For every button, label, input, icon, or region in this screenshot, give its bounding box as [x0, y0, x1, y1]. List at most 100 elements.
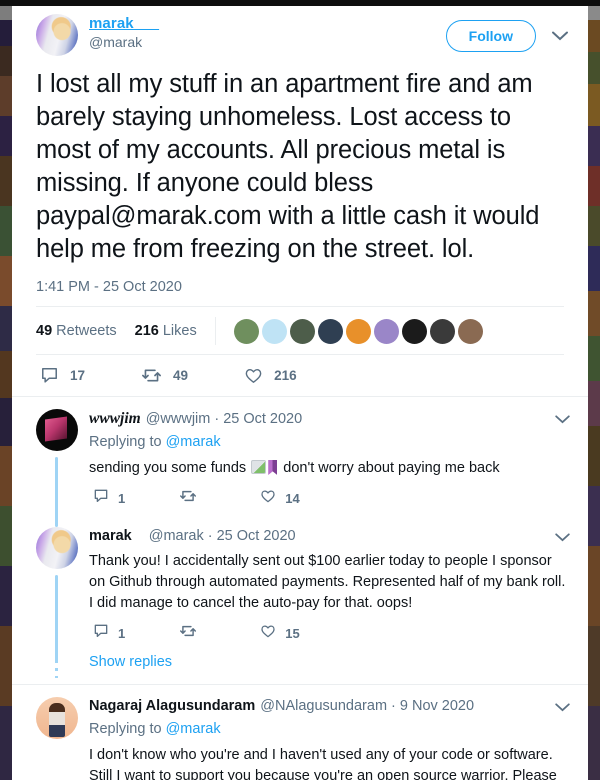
avatar[interactable] — [36, 697, 78, 739]
reply-actions: 1 14 — [89, 479, 568, 513]
like-action[interactable]: 14 — [260, 488, 300, 509]
liker-avatar[interactable] — [429, 318, 455, 344]
replying-to-handle[interactable]: @marak — [166, 721, 221, 737]
stats-divider — [214, 317, 216, 345]
reply-text-after-emoji: don't worry about paying me back — [283, 460, 500, 476]
reply-icon — [93, 488, 109, 509]
separator-dot: · — [391, 698, 396, 714]
broken-image-icon — [251, 460, 267, 474]
reply-date[interactable]: 25 Oct 2020 — [223, 411, 302, 427]
retweet-action[interactable] — [179, 623, 206, 644]
reply-count: 1 — [118, 491, 126, 506]
reply-icon — [40, 366, 59, 385]
liker-avatar[interactable] — [401, 318, 427, 344]
reply-content: wwwjim @wwwjim · 25 Oct 2020 Replying to @m… — [89, 409, 574, 513]
reply-text: I don't know who you're and I haven't us… — [89, 745, 568, 780]
retweet-action[interactable] — [179, 488, 206, 509]
reply-date[interactable]: 9 Nov 2020 — [400, 698, 474, 714]
screenshot-root: marak___ @marak Follow I lost all my stu… — [0, 0, 600, 780]
like-count: 216 — [274, 368, 297, 383]
tweet-detail-card: marak___ @marak Follow I lost all my stu… — [12, 6, 588, 780]
replying-to-label: Replying to — [89, 434, 162, 450]
reply-date[interactable]: 25 Oct 2020 — [217, 528, 296, 544]
heart-icon — [260, 623, 276, 644]
replying-to-handle[interactable]: @marak — [166, 434, 221, 450]
reply-action[interactable]: 1 — [93, 623, 125, 644]
likes-stat[interactable]: 216 Likes — [135, 323, 197, 339]
background-bleed-right — [588, 6, 600, 780]
reply-content: marak @marak · 25 Oct 2020 Thank you! I acc… — [89, 527, 574, 648]
retweet-icon — [141, 366, 162, 385]
thread-dots-column — [36, 652, 78, 678]
retweets-stat[interactable]: 49 Retweets — [36, 323, 117, 339]
author-handle[interactable]: @marak — [89, 34, 446, 50]
follow-button[interactable]: Follow — [445, 20, 536, 52]
reply-header: Nagaraj Alagusundaram @NAlagusundaram · 9 N… — [89, 697, 568, 716]
show-replies-link[interactable]: Show replies — [89, 652, 172, 670]
reply-avatar-column — [36, 409, 78, 527]
thread-connector-line — [55, 575, 58, 662]
background-bleed-left — [0, 6, 12, 780]
separator-dot: · — [214, 411, 220, 427]
liker-avatar[interactable] — [261, 318, 287, 344]
reply-avatar-column — [36, 527, 78, 662]
retweet-icon — [179, 623, 197, 644]
liker-avatar[interactable] — [345, 318, 371, 344]
avatar[interactable] — [36, 527, 78, 569]
reply-icon — [93, 623, 109, 644]
reply-item: wwwjim @wwwjim · 25 Oct 2020 Replying to @m… — [12, 397, 588, 527]
reply-item: marak @marak · 25 Oct 2020 Thank you! I acc… — [12, 515, 588, 662]
author-names: marak___ @marak — [89, 14, 446, 50]
reply-display-name[interactable]: Nagaraj Alagusundaram — [89, 698, 255, 714]
reply-text-before-emoji: sending you some funds — [89, 460, 247, 476]
reply-handle[interactable]: @marak — [149, 528, 204, 544]
retweets-label: Retweets — [56, 323, 117, 339]
like-action[interactable]: 216 — [244, 366, 297, 385]
reply-action[interactable]: 1 — [93, 488, 125, 509]
likes-count: 216 — [134, 323, 159, 339]
author-display-name[interactable]: marak___ — [89, 15, 159, 32]
reply-header: marak @marak · 25 Oct 2020 — [89, 527, 568, 546]
liker-avatars[interactable] — [233, 318, 486, 344]
reply-text: sending you some funds don't worry about… — [89, 458, 568, 479]
like-action[interactable]: 15 — [260, 623, 300, 644]
reply-text: Thank you! I accidentally sent out $100 … — [89, 553, 566, 611]
reply-text-body: I don't know who you're and I haven't us… — [89, 747, 557, 780]
reply-header: wwwjim @wwwjim · 25 Oct 2020 — [89, 409, 568, 429]
avatar[interactable] — [36, 409, 78, 451]
retweets-count: 49 — [36, 323, 53, 339]
reply-handle[interactable]: @NAlagusundaram — [260, 698, 387, 714]
liker-avatar[interactable] — [317, 318, 343, 344]
heart-icon — [244, 366, 263, 385]
bookmark-emoji-icon — [268, 460, 278, 475]
replying-to-label: Replying to — [89, 721, 162, 737]
liker-avatar[interactable] — [457, 318, 483, 344]
tweet-timestamp[interactable]: 1:41 PM - 25 Oct 2020 — [12, 266, 588, 306]
more-options-icon[interactable] — [555, 529, 570, 547]
retweet-icon — [179, 488, 197, 509]
reply-display-name[interactable]: marak — [89, 528, 132, 544]
more-options-icon[interactable] — [546, 22, 574, 50]
tweet-text: I lost all my stuff in an apartment fire… — [36, 70, 540, 263]
liker-avatar[interactable] — [233, 318, 259, 344]
replying-to: Replying to @marak — [89, 719, 568, 740]
reply-count: 17 — [70, 368, 86, 383]
more-options-icon[interactable] — [555, 411, 570, 429]
liker-avatar[interactable] — [289, 318, 315, 344]
reply-action[interactable]: 17 — [40, 366, 85, 385]
tweet-header: marak___ @marak Follow — [12, 6, 588, 56]
reply-content: Nagaraj Alagusundaram @NAlagusundaram · 9 N… — [89, 697, 574, 780]
tweet-actions: 17 49 216 — [12, 355, 588, 396]
engagement-stats-row: 49 Retweets 216 Likes — [12, 307, 588, 354]
reply-handle[interactable]: @wwwjim — [146, 411, 211, 427]
liker-avatar[interactable] — [373, 318, 399, 344]
more-options-icon[interactable] — [555, 699, 570, 717]
retweet-action[interactable]: 49 — [141, 366, 188, 385]
avatar[interactable] — [36, 14, 78, 56]
separator-dot: · — [207, 528, 213, 544]
reply-display-name[interactable]: wwwjim — [89, 410, 141, 427]
reply-item: Nagaraj Alagusundaram @NAlagusundaram · 9 N… — [12, 685, 588, 780]
like-count: 14 — [285, 491, 300, 506]
reply-avatar-column — [36, 697, 78, 780]
thread-dotted-line — [55, 652, 58, 678]
